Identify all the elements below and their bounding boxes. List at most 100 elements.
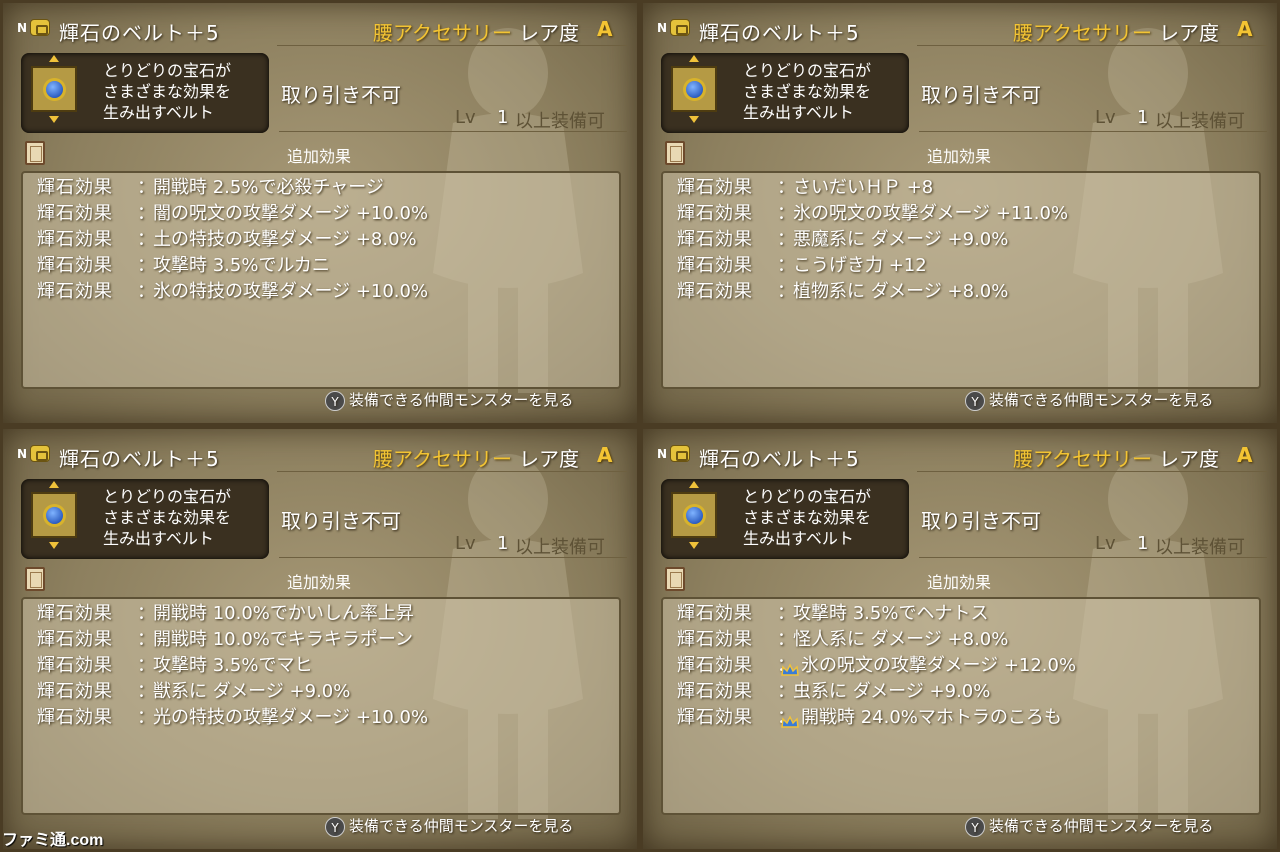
arrow-down-icon[interactable] bbox=[689, 116, 699, 123]
effect-label: 輝石効果 bbox=[37, 177, 113, 198]
item-detail-panel-2: N 輝石のベルト＋5 腰アクセサリー レア度 A とりどりの宝石が さまざまな効… bbox=[640, 0, 1280, 426]
effect-label: 輝石効果 bbox=[37, 203, 113, 224]
book-icon bbox=[25, 141, 45, 165]
effect-text: 虫系に ダメージ +9.0% bbox=[793, 681, 991, 702]
effect-separator: ： bbox=[137, 629, 155, 650]
effect-row: 輝石効果 ：攻撃時 3.5%でマヒ bbox=[37, 653, 428, 679]
sapphire-gem-icon bbox=[46, 507, 63, 524]
effect-text: 植物系に ダメージ +8.0% bbox=[793, 281, 1009, 302]
view-monsters-hint[interactable]: Y 装備できる仲間モンスターを見る bbox=[325, 389, 573, 411]
effects-list-box: 輝石効果 ：開戦時 10.0%でかいしん率上昇 輝石効果 ：開戦時 10.0%でキラキ… bbox=[21, 597, 621, 815]
arrow-up-icon[interactable] bbox=[689, 481, 699, 488]
rarity-value: A bbox=[1237, 443, 1253, 467]
level-label: Lv bbox=[455, 107, 476, 128]
effect-text: 攻撃時 3.5%でヘナトス bbox=[793, 603, 989, 624]
effect-label: 輝石効果 bbox=[677, 681, 753, 702]
arrow-up-icon[interactable] bbox=[49, 55, 59, 62]
level-divider bbox=[279, 131, 627, 132]
rarity-value: A bbox=[597, 17, 613, 41]
effect-row: 輝石効果 ：開戦時 10.0%でかいしん率上昇 bbox=[37, 601, 428, 627]
sapphire-gem-icon bbox=[46, 81, 63, 98]
effect-separator: ： bbox=[137, 655, 155, 676]
n-badge: N bbox=[657, 21, 668, 35]
view-monsters-hint[interactable]: Y 装備できる仲間モンスターを見る bbox=[325, 815, 573, 837]
level-divider bbox=[919, 557, 1267, 558]
effect-text: 攻撃時 3.5%でルカニ bbox=[153, 255, 330, 276]
effect-text: 氷の特技の攻撃ダメージ +10.0% bbox=[153, 281, 429, 302]
effect-label: 輝石効果 bbox=[677, 177, 753, 198]
trade-status: 取り引き不可 bbox=[921, 83, 1041, 107]
item-detail-panel-3: N 輝石のベルト＋5 腰アクセサリー レア度 A とりどりの宝石が さまざまな効… bbox=[0, 426, 640, 852]
effect-row: 輝石効果：氷の呪文の攻撃ダメージ +12.0% bbox=[677, 653, 1076, 679]
arrow-up-icon[interactable] bbox=[49, 481, 59, 488]
effect-label: 輝石効果 bbox=[37, 229, 113, 250]
effect-row: 輝石効果 ：こうげき力 +12 bbox=[677, 253, 1068, 279]
header-divider bbox=[277, 45, 627, 46]
arrow-down-icon[interactable] bbox=[49, 542, 59, 549]
effect-row: 輝石効果 ：攻撃時 3.5%でルカニ bbox=[37, 253, 428, 279]
effect-separator: ： bbox=[777, 281, 795, 302]
effect-label: 輝石効果 bbox=[677, 281, 753, 302]
y-button-icon: Y bbox=[325, 816, 345, 837]
level-requirement: 以上装備可 bbox=[515, 111, 605, 132]
effect-separator: ： bbox=[137, 203, 155, 224]
additional-effects-title: 追加効果 bbox=[927, 573, 992, 592]
header-divider bbox=[917, 471, 1267, 472]
level-label: Lv bbox=[1095, 107, 1116, 128]
effect-separator: ： bbox=[137, 681, 155, 702]
effect-text: さいだいＨＰ +8 bbox=[793, 177, 934, 198]
item-name: 輝石のベルト＋5 bbox=[59, 21, 220, 45]
arrow-down-icon[interactable] bbox=[689, 542, 699, 549]
effect-separator: ： bbox=[777, 629, 795, 650]
sapphire-gem-icon bbox=[686, 81, 703, 98]
item-description: とりどりの宝石が さまざまな効果を 生み出すベルト bbox=[743, 61, 872, 122]
item-header: N 輝石のベルト＋5 腰アクセサリー レア度 A bbox=[643, 3, 1277, 47]
watermark: ファミ通.com bbox=[2, 832, 104, 849]
crown-icon bbox=[781, 711, 799, 728]
effect-separator: ： bbox=[777, 603, 795, 624]
effect-row: 輝石効果 ：攻撃時 3.5%でヘナトス bbox=[677, 601, 1076, 627]
level-divider bbox=[919, 131, 1267, 132]
view-monsters-text: 装備できる仲間モンスターを見る bbox=[989, 817, 1214, 835]
level-value: 1 bbox=[1137, 107, 1149, 128]
effect-separator: ： bbox=[777, 255, 795, 276]
item-category: 腰アクセサリー bbox=[373, 21, 512, 45]
level-label: Lv bbox=[455, 533, 476, 554]
effect-label: 輝石効果 bbox=[677, 203, 753, 224]
arrow-down-icon[interactable] bbox=[49, 116, 59, 123]
item-header: N 輝石のベルト＋5 腰アクセサリー レア度 A bbox=[3, 3, 637, 47]
belt-item-icon bbox=[31, 66, 77, 112]
rarity-label: レア度 bbox=[519, 447, 579, 471]
view-monsters-text: 装備できる仲間モンスターを見る bbox=[349, 391, 574, 409]
view-monsters-text: 装備できる仲間モンスターを見る bbox=[349, 817, 574, 835]
effect-separator: ： bbox=[137, 281, 155, 302]
effect-label: 輝石効果 bbox=[37, 603, 113, 624]
y-button-icon: Y bbox=[965, 390, 985, 411]
n-badge: N bbox=[17, 447, 28, 461]
effect-label: 輝石効果 bbox=[37, 681, 113, 702]
effect-label: 輝石効果 bbox=[677, 603, 753, 624]
effect-text: 闇の呪文の攻撃ダメージ +10.0% bbox=[153, 203, 429, 224]
effects-list-box: 輝石効果 ：さいだいＨＰ +8 輝石効果 ：氷の呪文の攻撃ダメージ +11.0% 輝石効… bbox=[661, 171, 1261, 389]
effect-row: 輝石効果 ：さいだいＨＰ +8 bbox=[677, 175, 1068, 201]
view-monsters-text: 装備できる仲間モンスターを見る bbox=[989, 391, 1214, 409]
effect-separator: ： bbox=[137, 229, 155, 250]
effect-text: 土の特技の攻撃ダメージ +8.0% bbox=[153, 229, 417, 250]
view-monsters-hint[interactable]: Y 装備できる仲間モンスターを見る bbox=[965, 389, 1213, 411]
level-requirement: 以上装備可 bbox=[1155, 537, 1245, 558]
effect-row: 輝石効果 ：土の特技の攻撃ダメージ +8.0% bbox=[37, 227, 428, 253]
effect-row: 輝石効果 ：虫系に ダメージ +9.0% bbox=[677, 679, 1076, 705]
effect-label: 輝石効果 bbox=[37, 707, 113, 728]
trade-status: 取り引き不可 bbox=[921, 509, 1041, 533]
effect-text: 悪魔系に ダメージ +9.0% bbox=[793, 229, 1009, 250]
item-header: N 輝石のベルト＋5 腰アクセサリー レア度 A bbox=[643, 429, 1277, 473]
effects-rows: 輝石効果 ：さいだいＨＰ +8 輝石効果 ：氷の呪文の攻撃ダメージ +11.0% 輝石効… bbox=[677, 175, 1068, 305]
item-description: とりどりの宝石が さまざまな効果を 生み出すベルト bbox=[743, 487, 872, 548]
screenshot-grid: N 輝石のベルト＋5 腰アクセサリー レア度 A とりどりの宝石が さまざまな効… bbox=[0, 0, 1280, 852]
arrow-up-icon[interactable] bbox=[689, 55, 699, 62]
view-monsters-hint[interactable]: Y 装備できる仲間モンスターを見る bbox=[965, 815, 1213, 837]
item-header: N 輝石のベルト＋5 腰アクセサリー レア度 A bbox=[3, 429, 637, 473]
effect-row: 輝石効果 ：氷の特技の攻撃ダメージ +10.0% bbox=[37, 279, 428, 305]
level-value: 1 bbox=[1137, 533, 1149, 554]
description-box: とりどりの宝石が さまざまな効果を 生み出すベルト bbox=[21, 479, 269, 559]
